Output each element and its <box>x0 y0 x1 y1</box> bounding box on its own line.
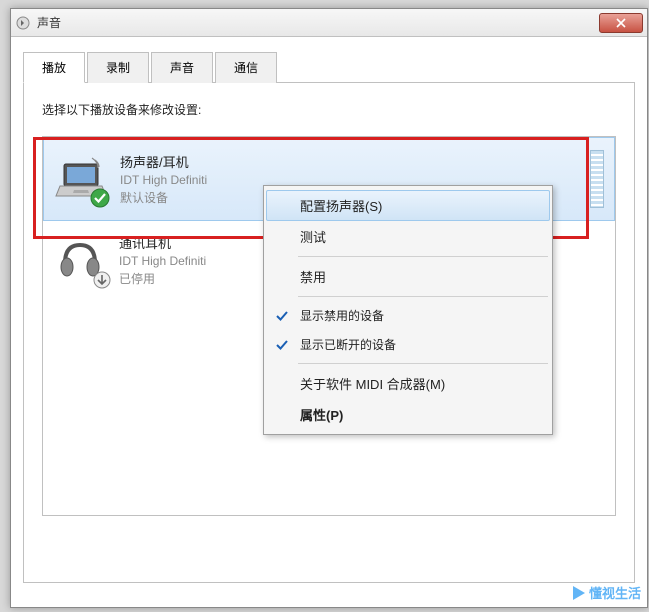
play-icon <box>573 586 585 600</box>
menu-separator <box>298 296 548 297</box>
tab-communications[interactable]: 通信 <box>215 52 277 83</box>
laptop-icon <box>54 152 108 206</box>
default-check-icon <box>90 188 110 208</box>
window-title: 声音 <box>37 14 599 31</box>
menu-properties[interactable]: 属性(P) <box>266 399 550 430</box>
menu-label: 显示已断开的设备 <box>300 338 396 352</box>
headphones-icon <box>53 233 107 287</box>
sound-dialog: 声音 播放 录制 声音 通信 选择以下播放设备来修改设置: <box>10 8 648 608</box>
close-button[interactable] <box>599 13 643 33</box>
menu-about-midi[interactable]: 关于软件 MIDI 合成器(M) <box>266 368 550 399</box>
watermark: 懂视生活 <box>573 583 641 602</box>
check-icon <box>274 337 290 353</box>
check-icon <box>274 308 290 324</box>
content-area: 播放 录制 声音 通信 选择以下播放设备来修改设置: <box>11 37 647 597</box>
menu-test[interactable]: 测试 <box>266 221 550 252</box>
tab-bar: 播放 录制 声音 通信 <box>23 51 635 83</box>
menu-separator <box>298 256 548 257</box>
context-menu: 配置扬声器(S) 测试 禁用 显示禁用的设备 显示已断开的设备 关于软件 MID… <box>263 185 553 435</box>
titlebar: 声音 <box>11 9 647 37</box>
disabled-arrow-icon <box>93 271 111 289</box>
watermark-text: 懂视生活 <box>589 583 641 602</box>
menu-show-disconnected[interactable]: 显示已断开的设备 <box>266 330 550 359</box>
sound-icon <box>15 15 31 31</box>
tab-playback[interactable]: 播放 <box>23 52 85 83</box>
level-meter <box>590 150 604 208</box>
menu-separator <box>298 363 548 364</box>
menu-configure-speakers[interactable]: 配置扬声器(S) <box>266 190 550 221</box>
device-name: 扬声器/耳机 <box>120 152 582 171</box>
tab-sounds[interactable]: 声音 <box>151 52 213 83</box>
tab-recording[interactable]: 录制 <box>87 52 149 83</box>
instruction-text: 选择以下播放设备来修改设置: <box>42 101 616 118</box>
menu-disable[interactable]: 禁用 <box>266 261 550 292</box>
menu-label: 显示禁用的设备 <box>300 309 384 323</box>
menu-show-disabled[interactable]: 显示禁用的设备 <box>266 301 550 330</box>
